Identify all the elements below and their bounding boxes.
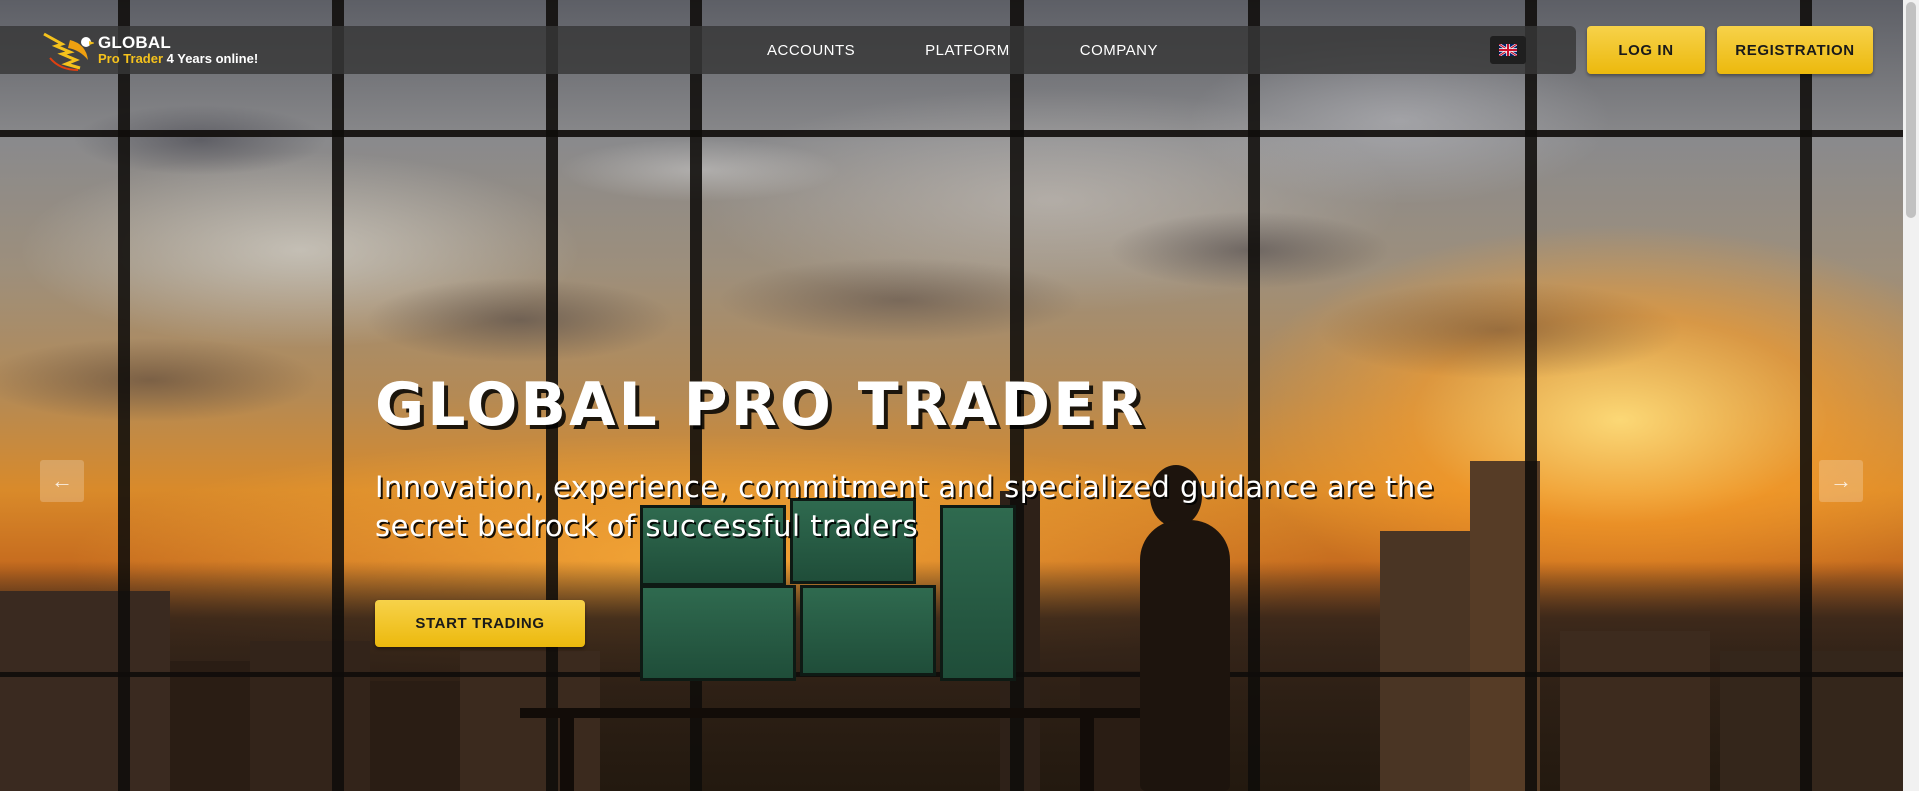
slider-prev-button[interactable]: ← <box>40 460 84 502</box>
nav-item-accounts[interactable]: ACCOUNTS <box>767 42 855 59</box>
arrow-right-icon: → <box>1830 468 1852 493</box>
nav-item-platform[interactable]: PLATFORM <box>925 42 1010 59</box>
brand-logo[interactable]: GLOBAL Pro Trader 4 Years online! <box>40 30 258 72</box>
language-selector[interactable] <box>1490 36 1526 64</box>
uk-flag-icon <box>1499 44 1517 56</box>
login-button[interactable]: LOG IN <box>1587 26 1705 74</box>
brand-tagline-gold: Pro Trader <box>98 51 164 66</box>
brand-name: GLOBAL <box>98 33 171 52</box>
page-scrollbar[interactable] <box>1903 0 1919 791</box>
main-nav: ACCOUNTS PLATFORM COMPANY <box>767 26 1228 74</box>
brand-tagline-white: 4 Years online! <box>163 51 259 66</box>
scrollbar-thumb[interactable] <box>1906 2 1916 218</box>
arrow-left-icon: ← <box>51 468 73 493</box>
eagle-logo-icon <box>40 30 95 72</box>
nav-item-company[interactable]: COMPANY <box>1080 42 1158 59</box>
registration-button[interactable]: REGISTRATION <box>1717 26 1873 74</box>
brand-tagline: Pro Trader 4 Years online! <box>98 51 258 67</box>
start-trading-button[interactable]: START TRADING <box>375 600 585 647</box>
hero-title: GLOBAL PRO TRADER <box>375 370 1147 440</box>
slider-next-button[interactable]: → <box>1819 460 1863 502</box>
hero-subtitle: Innovation, experience, commitment and s… <box>375 470 1435 543</box>
